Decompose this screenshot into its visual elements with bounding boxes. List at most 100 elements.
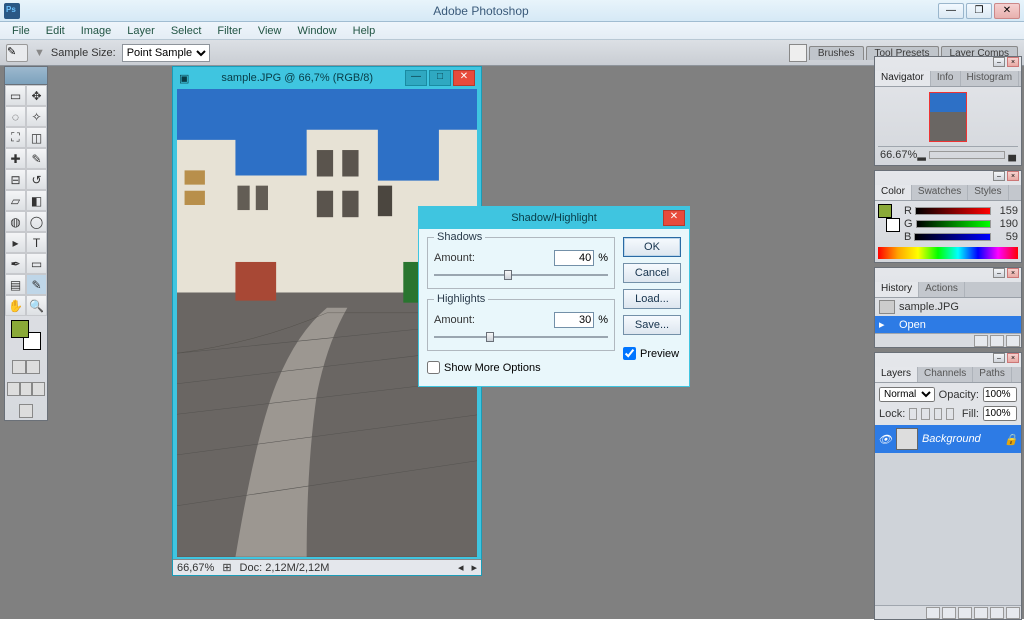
save-button[interactable]: Save... bbox=[623, 315, 681, 335]
tab-navigator[interactable]: Navigator bbox=[875, 71, 931, 86]
screen-std-icon[interactable] bbox=[7, 382, 20, 396]
layer-mask-icon[interactable] bbox=[942, 607, 956, 619]
menu-image[interactable]: Image bbox=[73, 24, 120, 38]
tab-layers[interactable]: Layers bbox=[875, 367, 918, 382]
tab-info[interactable]: Info bbox=[931, 71, 961, 86]
screen-full-icon[interactable] bbox=[32, 382, 45, 396]
window-close-button[interactable]: ✕ bbox=[994, 3, 1020, 19]
layer-background[interactable]: 👁 Background 🔒 bbox=[875, 425, 1021, 453]
preview-checkbox[interactable] bbox=[623, 347, 636, 360]
show-more-options-checkbox[interactable] bbox=[427, 361, 440, 374]
highlights-amount-input[interactable] bbox=[554, 312, 594, 328]
cancel-button[interactable]: Cancel bbox=[623, 263, 681, 283]
g-slider[interactable] bbox=[916, 220, 991, 228]
layer-style-icon[interactable] bbox=[926, 607, 940, 619]
r-value[interactable]: 159 bbox=[994, 205, 1018, 217]
doc-close-button[interactable]: ✕ bbox=[453, 70, 475, 86]
imageready-icon[interactable] bbox=[19, 404, 33, 418]
lock-transparent-icon[interactable] bbox=[909, 408, 917, 420]
tab-histogram[interactable]: Histogram bbox=[961, 71, 1020, 86]
notes-tool-icon[interactable]: ▤ bbox=[5, 274, 26, 295]
g-value[interactable]: 190 bbox=[994, 218, 1018, 230]
history-brush-tool-icon[interactable]: ↺ bbox=[26, 169, 47, 190]
zoom-out-icon[interactable]: ▂ bbox=[917, 148, 925, 161]
crop-tool-icon[interactable]: ⛶ bbox=[5, 127, 26, 148]
panel-close-icon[interactable]: × bbox=[1007, 353, 1019, 363]
tab-swatches[interactable]: Swatches bbox=[912, 185, 968, 200]
stamp-tool-icon[interactable]: ⊟ bbox=[5, 169, 26, 190]
panel-min-icon[interactable]: – bbox=[993, 353, 1005, 363]
zoom-slider[interactable] bbox=[929, 151, 1005, 159]
history-new-snapshot-icon[interactable] bbox=[990, 335, 1004, 347]
menu-file[interactable]: File bbox=[4, 24, 38, 38]
panel-min-icon[interactable]: – bbox=[993, 171, 1005, 181]
eyedropper-tool-icon[interactable]: ✎ bbox=[26, 274, 47, 295]
menu-layer[interactable]: Layer bbox=[119, 24, 163, 38]
lock-position-icon[interactable] bbox=[934, 408, 942, 420]
adjustment-layer-icon[interactable] bbox=[974, 607, 988, 619]
eraser-tool-icon[interactable]: ▱ bbox=[5, 190, 26, 211]
screen-menu-icon[interactable] bbox=[20, 382, 33, 396]
tab-history[interactable]: History bbox=[875, 282, 919, 297]
menu-help[interactable]: Help bbox=[345, 24, 384, 38]
delete-layer-icon[interactable] bbox=[1006, 607, 1020, 619]
panel-min-icon[interactable]: – bbox=[993, 268, 1005, 278]
panel-close-icon[interactable]: × bbox=[1007, 171, 1019, 181]
hand-tool-icon[interactable]: ✋ bbox=[5, 295, 26, 316]
brush-tool-icon[interactable]: ✎ bbox=[26, 148, 47, 169]
shape-tool-icon[interactable]: ▭ bbox=[26, 253, 47, 274]
zoom-in-icon[interactable]: ▄ bbox=[1008, 149, 1016, 161]
history-snapshot[interactable]: sample.JPG bbox=[875, 298, 1021, 316]
history-new-doc-icon[interactable] bbox=[974, 335, 988, 347]
palette-well-icon[interactable] bbox=[789, 44, 807, 62]
tab-actions[interactable]: Actions bbox=[919, 282, 965, 297]
panel-close-icon[interactable]: × bbox=[1007, 57, 1019, 67]
blur-tool-icon[interactable]: ◍ bbox=[5, 211, 26, 232]
menu-edit[interactable]: Edit bbox=[38, 24, 73, 38]
lasso-tool-icon[interactable]: ◌ bbox=[5, 106, 26, 127]
move-tool-icon[interactable]: ✥ bbox=[26, 85, 47, 106]
ok-button[interactable]: OK bbox=[623, 237, 681, 257]
menu-select[interactable]: Select bbox=[163, 24, 210, 38]
layer-visibility-icon[interactable]: 👁 bbox=[878, 433, 892, 446]
window-minimize-button[interactable]: — bbox=[938, 3, 964, 19]
menu-view[interactable]: View bbox=[250, 24, 290, 38]
marquee-tool-icon[interactable]: ▭ bbox=[5, 85, 26, 106]
color-bg-swatch[interactable] bbox=[886, 218, 900, 232]
window-maximize-button[interactable]: ❐ bbox=[966, 3, 992, 19]
tab-color[interactable]: Color bbox=[875, 185, 912, 200]
navigator-thumbnail[interactable] bbox=[929, 92, 967, 142]
type-tool-icon[interactable]: T bbox=[26, 232, 47, 253]
tab-channels[interactable]: Channels bbox=[918, 367, 973, 382]
menu-filter[interactable]: Filter bbox=[209, 24, 249, 38]
b-slider[interactable] bbox=[914, 233, 991, 241]
dialog-close-button[interactable]: ✕ bbox=[663, 210, 685, 226]
tab-brushes[interactable]: Brushes bbox=[809, 46, 864, 60]
panel-min-icon[interactable]: – bbox=[993, 57, 1005, 67]
opacity-input[interactable] bbox=[983, 387, 1017, 402]
healing-tool-icon[interactable]: ✚ bbox=[5, 148, 26, 169]
fill-input[interactable] bbox=[983, 406, 1017, 421]
r-slider[interactable] bbox=[915, 207, 991, 215]
fg-bg-swatch[interactable] bbox=[11, 320, 41, 350]
zoom-tool-icon[interactable]: 🔍 bbox=[26, 295, 47, 316]
pen-tool-icon[interactable]: ✒ bbox=[5, 253, 26, 274]
slice-tool-icon[interactable]: ◫ bbox=[26, 127, 47, 148]
sample-size-select[interactable]: Point Sample bbox=[122, 44, 210, 62]
doc-info-icon[interactable]: ⊞ bbox=[222, 561, 231, 574]
doc-scroll-left-icon[interactable]: ◂ bbox=[458, 561, 464, 574]
gradient-tool-icon[interactable]: ◧ bbox=[26, 190, 47, 211]
panel-close-icon[interactable]: × bbox=[1007, 268, 1019, 278]
foreground-color-swatch[interactable] bbox=[11, 320, 29, 338]
tab-styles[interactable]: Styles bbox=[968, 185, 1008, 200]
history-trash-icon[interactable] bbox=[1006, 335, 1020, 347]
doc-scroll-right-icon[interactable]: ▸ bbox=[471, 561, 477, 574]
path-tool-icon[interactable]: ▸ bbox=[5, 232, 26, 253]
tab-paths[interactable]: Paths bbox=[973, 367, 1012, 382]
navigator-zoom[interactable]: 66.67% bbox=[880, 149, 917, 161]
shadows-amount-slider[interactable] bbox=[434, 270, 608, 280]
layer-set-icon[interactable] bbox=[958, 607, 972, 619]
highlights-amount-slider[interactable] bbox=[434, 332, 608, 342]
doc-zoom[interactable]: 66,67% bbox=[177, 562, 214, 574]
dodge-tool-icon[interactable]: ◯ bbox=[26, 211, 47, 232]
